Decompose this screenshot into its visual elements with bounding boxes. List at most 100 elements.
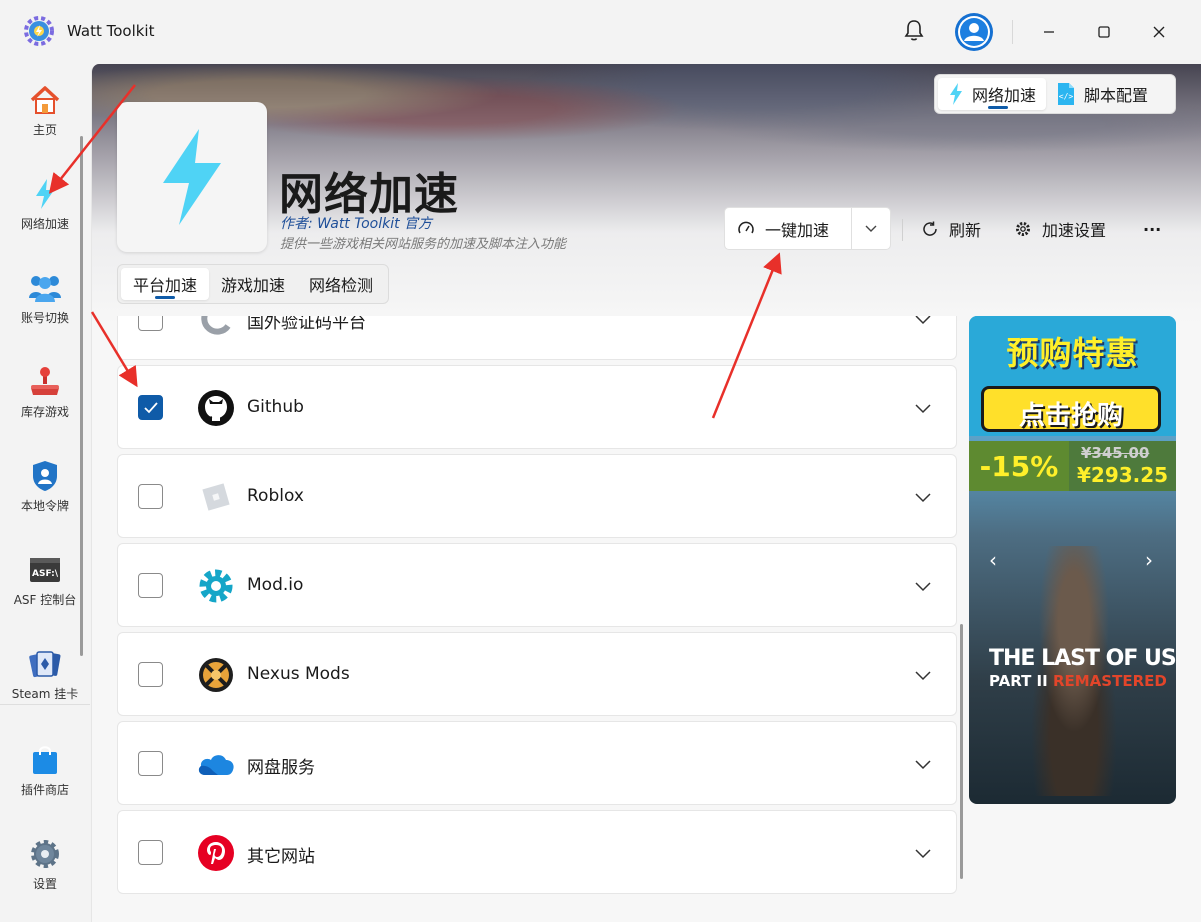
promo-cta-box[interactable]: 点击抢购 <box>981 386 1161 432</box>
shield-icon <box>33 461 57 491</box>
feature-icon-tile <box>117 102 267 252</box>
segment-label: 网络加速 <box>972 86 1037 105</box>
refresh-button[interactable]: 刷新 <box>921 214 981 244</box>
sidebar-item-local-token[interactable]: 本地令牌 <box>0 444 90 524</box>
accel-settings-button[interactable]: 加速设置 <box>1014 214 1106 244</box>
list-item[interactable]: 国外验证码平台 <box>117 316 957 360</box>
list-item[interactable]: Mod.io <box>117 543 957 627</box>
promo-game-title: THE LAST OF US <box>989 646 1176 671</box>
list-item[interactable]: Nexus Mods <box>117 632 957 716</box>
tab-label: 网络检测 <box>309 276 374 295</box>
close-button[interactable] <box>1145 18 1173 46</box>
roblox-icon <box>196 477 236 517</box>
sidebar-item-label: 主页 <box>32 123 57 137</box>
chevron-down-icon[interactable] <box>913 665 933 685</box>
sidebar-item-network-accel[interactable]: 网络加速 <box>0 162 90 242</box>
service-checkbox[interactable] <box>138 840 163 865</box>
promo-prev-arrow[interactable]: ‹ <box>989 548 997 572</box>
gear-icon <box>1016 222 1030 236</box>
sidebar-item-label: Steam 挂卡 <box>11 687 79 701</box>
sidebar: 主页 网络加速 账号切换 库存游戏 本地令牌 ASF:\ ASF 控制台 Ste… <box>0 64 90 922</box>
tab-bar: 平台加速 游戏加速 网络检测 <box>117 264 390 304</box>
speedometer-icon <box>738 221 754 233</box>
maximize-button[interactable] <box>1090 18 1118 46</box>
list-scrollbar[interactable] <box>960 624 963 879</box>
promo-next-arrow[interactable]: › <box>1145 548 1153 572</box>
script-icon: </> <box>1058 83 1075 105</box>
watt-toolkit-logo-icon <box>24 16 54 46</box>
checkmark-icon <box>143 401 158 413</box>
promo-part: PART II <box>989 672 1048 690</box>
sidebar-item-plugin-store[interactable]: 插件商店 <box>0 728 90 808</box>
svg-text:</>: </> <box>1059 92 1074 101</box>
service-checkbox[interactable] <box>138 662 163 687</box>
lightning-icon <box>950 83 962 105</box>
service-name: 其它网站 <box>247 847 315 867</box>
chevron-down-icon[interactable] <box>913 843 933 863</box>
modio-icon <box>196 566 236 606</box>
main-content: 网络加速 </> 脚本配置 网络加速 作者: Watt Toolkit 官方 提… <box>91 64 1201 922</box>
service-checkbox[interactable] <box>138 316 163 331</box>
more-options-button[interactable]: ··· <box>1143 214 1161 244</box>
tab-network-check[interactable]: 网络检测 <box>297 268 385 300</box>
chevron-down-icon[interactable] <box>913 316 933 329</box>
chevron-down-icon[interactable] <box>913 576 933 596</box>
list-item[interactable]: 其它网站 <box>117 810 957 894</box>
pinterest-icon <box>196 833 236 873</box>
sidebar-divider <box>0 704 90 705</box>
maximize-icon <box>1098 26 1110 38</box>
minimize-button[interactable] <box>1035 18 1063 46</box>
service-checkbox[interactable] <box>138 573 163 598</box>
cloud-icon <box>196 744 236 784</box>
service-name: Mod.io <box>247 575 304 595</box>
promo-price-strip: -15% ¥345.00 ¥293.25 <box>969 441 1176 491</box>
shopping-bag-icon <box>33 746 57 774</box>
promo-banner[interactable]: 预购特惠 点击抢购 -15% ¥345.00 ¥293.25 ‹ › THE L… <box>969 316 1176 804</box>
tab-game-accel[interactable]: 游戏加速 <box>209 268 297 300</box>
page-author: 作者: Watt Toolkit 官方 <box>280 216 433 232</box>
sidebar-item-home[interactable]: 主页 <box>0 68 90 148</box>
github-icon <box>196 388 236 428</box>
service-name: 国外验证码平台 <box>247 316 366 333</box>
one-click-accelerate-button[interactable]: 一键加速 <box>725 208 851 249</box>
sidebar-item-label: ASF 控制台 <box>13 593 77 607</box>
notification-bell-icon[interactable] <box>901 18 927 44</box>
refresh-label: 刷新 <box>949 221 982 240</box>
app-title: Watt Toolkit <box>67 22 155 40</box>
list-item[interactable]: Roblox <box>117 454 957 538</box>
svg-text:ASF:\: ASF:\ <box>32 569 59 579</box>
service-checkbox[interactable] <box>138 751 163 776</box>
service-checkbox[interactable] <box>138 484 163 509</box>
chevron-down-icon[interactable] <box>913 487 933 507</box>
service-list: 国外验证码平台 Github Roblox Mod.io Nexus Mods … <box>117 316 957 922</box>
list-item[interactable]: 网盘服务 <box>117 721 957 805</box>
promo-new-price: ¥293.25 <box>1077 463 1169 487</box>
titlebar-separator <box>1012 20 1013 44</box>
sidebar-item-library[interactable]: 库存游戏 <box>0 350 90 430</box>
toolbar-separator <box>902 219 903 241</box>
sidebar-item-label: 账号切换 <box>20 311 69 325</box>
sidebar-item-label: 库存游戏 <box>20 405 69 419</box>
segment-script-config[interactable]: </> 脚本配置 <box>1046 78 1158 110</box>
list-item[interactable]: Github <box>117 365 957 449</box>
accel-settings-label: 加速设置 <box>1042 221 1107 240</box>
sidebar-scrollbar[interactable] <box>80 136 83 656</box>
tab-platform-accel[interactable]: 平台加速 <box>121 268 210 300</box>
service-name: Nexus Mods <box>247 664 350 684</box>
sidebar-item-settings[interactable]: 设置 <box>0 822 90 902</box>
sidebar-item-asf-console[interactable]: ASF:\ ASF 控制台 <box>0 538 90 618</box>
asf-icon: ASF:\ <box>30 558 60 582</box>
accelerate-dropdown-button[interactable] <box>852 225 890 233</box>
sidebar-item-steam-idle[interactable]: Steam 挂卡 <box>0 632 90 712</box>
sidebar-item-account-switch[interactable]: 账号切换 <box>0 256 90 336</box>
chevron-down-icon[interactable] <box>913 398 933 418</box>
service-checkbox[interactable] <box>138 395 163 420</box>
sidebar-item-label: 设置 <box>32 877 57 891</box>
chevron-down-icon[interactable] <box>913 754 933 774</box>
promo-old-price: ¥345.00 <box>1081 444 1150 462</box>
segment-network-accel[interactable]: 网络加速 <box>938 78 1047 110</box>
user-avatar[interactable] <box>955 13 993 51</box>
promo-game-artwork <box>1019 546 1129 796</box>
nexus-icon <box>196 655 236 695</box>
header-segment-switch: 网络加速 </> 脚本配置 <box>934 74 1176 114</box>
